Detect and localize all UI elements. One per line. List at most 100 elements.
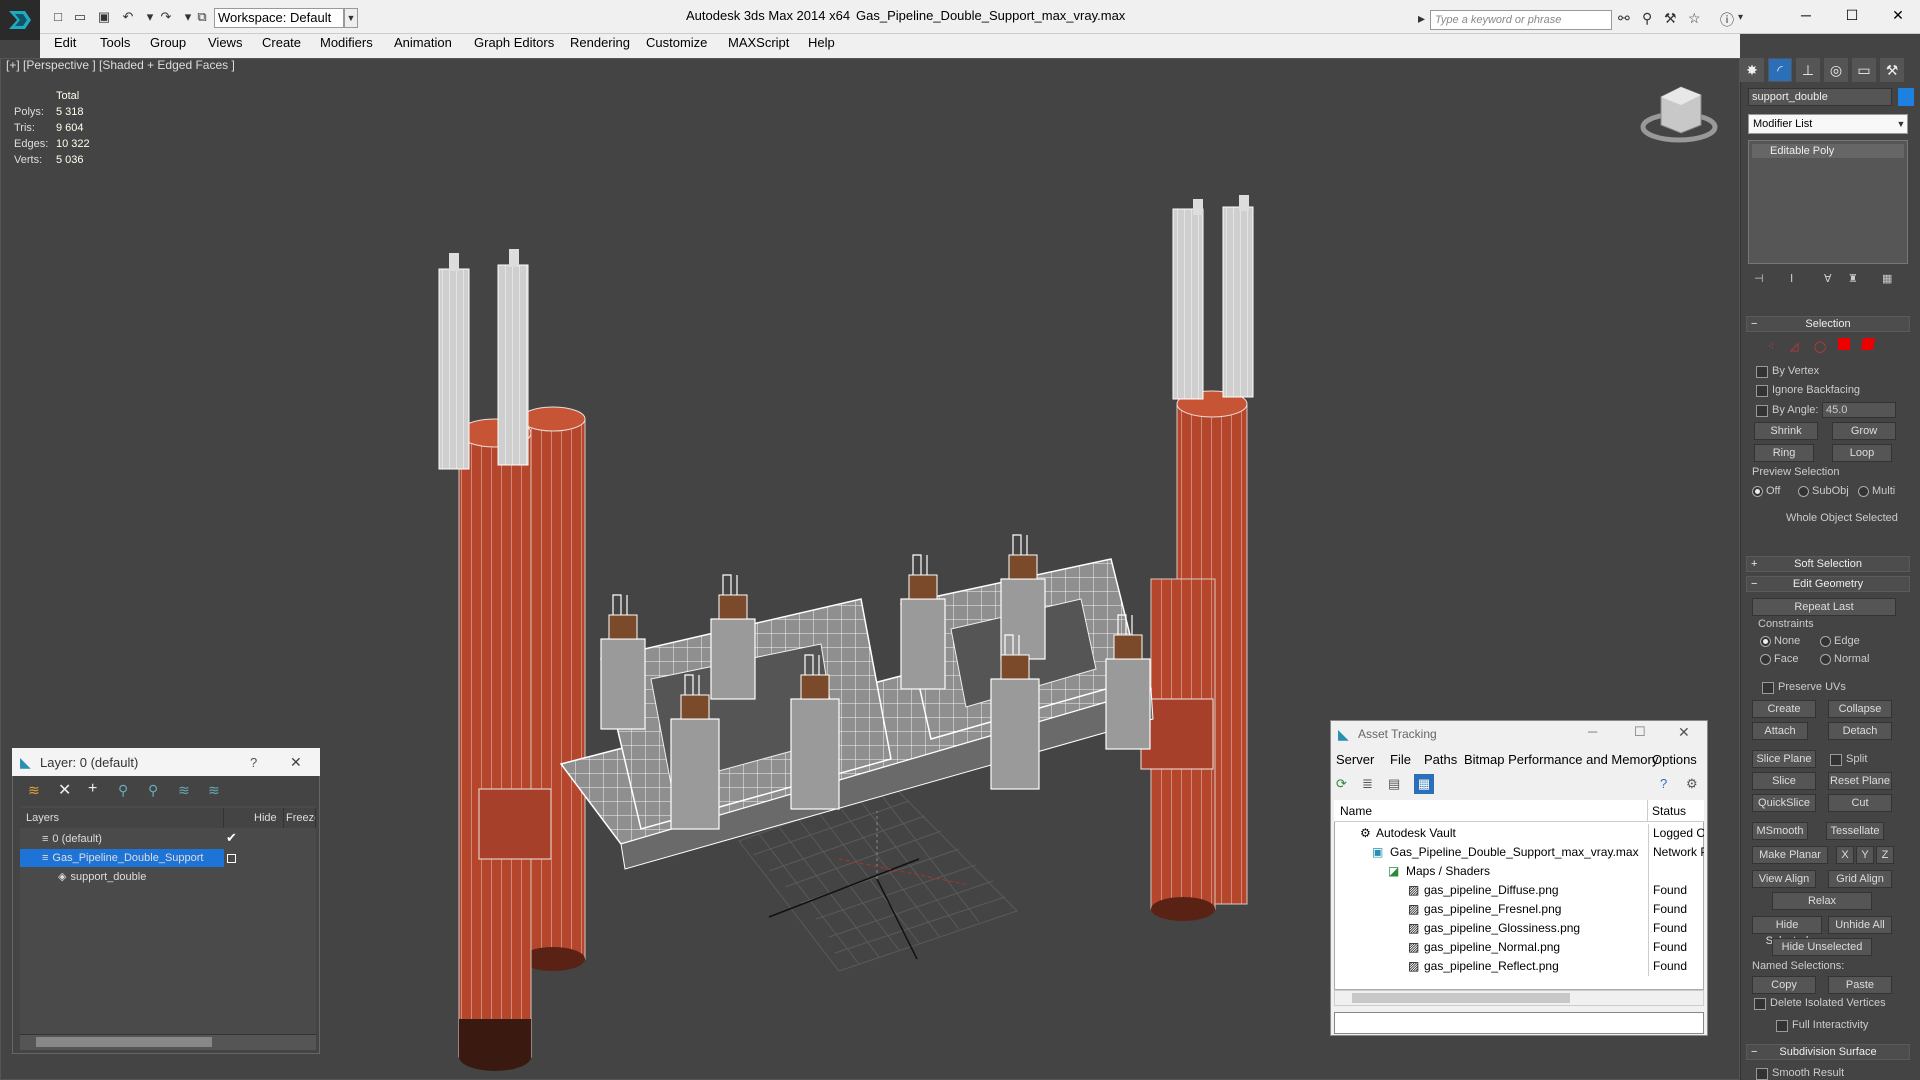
reset-plane-button[interactable]: Reset Plane — [1828, 772, 1892, 790]
menu-tools[interactable]: Tools — [100, 35, 130, 50]
by-vertex-checkbox[interactable]: By Vertex — [1756, 364, 1819, 378]
repeat-last-button[interactable]: Repeat Last — [1752, 598, 1896, 616]
scrollbar-thumb[interactable] — [1352, 993, 1570, 1003]
menu-customize[interactable]: Customize — [646, 35, 707, 50]
attach-button[interactable]: Attach — [1752, 722, 1808, 740]
quickslice-button[interactable]: QuickSlice — [1752, 794, 1816, 812]
asset-row-fresnel[interactable]: ▨ gas_pipeline_Fresnel.png Found — [1334, 900, 1704, 919]
open-file-icon[interactable]: ▭ — [72, 9, 88, 25]
expand-icon[interactable]: ▸ — [1418, 10, 1425, 27]
motion-tab-icon[interactable]: ◎ — [1824, 58, 1848, 82]
layer-row-default[interactable]: ≡ 0 (default) — [20, 830, 316, 848]
minimize-icon[interactable]: ─ — [1788, 4, 1824, 26]
asset-menu-server[interactable]: Server — [1336, 752, 1374, 767]
col-status-header[interactable]: Status — [1648, 800, 1704, 822]
menu-create[interactable]: Create — [262, 35, 301, 50]
create-tab-icon[interactable]: ✸ — [1740, 58, 1764, 82]
close-icon[interactable]: ✕ — [1678, 724, 1690, 741]
configure-sets-icon[interactable]: ▦ — [1882, 272, 1892, 285]
asset-row-normal[interactable]: ▨ gas_pipeline_Normal.png Found — [1334, 938, 1704, 957]
maximize-icon[interactable]: ☐ — [1634, 724, 1646, 740]
modifier-list-select[interactable]: Modifier List — [1748, 114, 1908, 134]
object-name-field[interactable]: support_double — [1748, 88, 1892, 106]
new-file-icon[interactable]: □ — [50, 9, 66, 25]
col-name-header[interactable]: Name — [1334, 800, 1648, 822]
border-mode-icon[interactable]: ◯ — [1814, 340, 1826, 353]
smooth-result-checkbox[interactable]: Smooth Result — [1756, 1066, 1844, 1080]
menu-rendering[interactable]: Rendering — [570, 35, 630, 50]
menu-modifiers[interactable]: Modifiers — [320, 35, 373, 50]
menu-views[interactable]: Views — [208, 35, 242, 50]
element-mode-icon[interactable] — [1860, 338, 1876, 350]
display-tab-icon[interactable]: ▭ — [1852, 58, 1876, 82]
app-logo-icon[interactable] — [0, 0, 40, 40]
planar-z-button[interactable]: Z — [1876, 846, 1894, 864]
asset-menu-file[interactable]: File — [1390, 752, 1411, 767]
table-view-icon[interactable]: ▦ — [1414, 774, 1434, 794]
col-freeze-header[interactable]: Freeze — [284, 808, 316, 828]
menu-group[interactable]: Group — [150, 35, 186, 50]
layer-sort-icon[interactable]: ≋ — [178, 782, 190, 799]
slice-plane-button[interactable]: Slice Plane — [1752, 750, 1816, 768]
asset-menu-paths[interactable]: Paths — [1424, 752, 1457, 767]
asset-menu-options[interactable]: Options — [1652, 752, 1697, 767]
scrollbar-thumb[interactable] — [36, 1037, 212, 1047]
relax-button[interactable]: Relax — [1772, 892, 1872, 910]
planar-x-button[interactable]: X — [1836, 846, 1854, 864]
maximize-icon[interactable]: ☐ — [1834, 4, 1870, 26]
asset-row-diffuse[interactable]: ▨ gas_pipeline_Diffuse.png Found — [1334, 881, 1704, 900]
active-layer-check-icon[interactable]: ✔ — [226, 830, 237, 846]
add-layer-icon[interactable]: + — [88, 780, 97, 798]
selection-rollout-header[interactable]: − Selection — [1746, 316, 1910, 332]
help-icon[interactable]: ⓘ — [1720, 10, 1734, 30]
grid-align-button[interactable]: Grid Align — [1828, 870, 1892, 888]
collapse-button[interactable]: Collapse — [1828, 700, 1892, 718]
msmooth-button[interactable]: MSmooth — [1752, 822, 1808, 840]
hide-unselected-button[interactable]: Hide Unselected — [1772, 938, 1872, 956]
preview-subobj-radio[interactable]: SubObj — [1798, 484, 1849, 498]
col-hide-header[interactable]: Hide — [224, 808, 284, 828]
stack-item-editable-poly[interactable]: Editable Poly — [1752, 144, 1904, 158]
settings-icon[interactable]: ⚙ — [1686, 776, 1698, 792]
paste-button[interactable]: Paste — [1828, 976, 1892, 994]
highlight-layer-icon[interactable]: ⚲ — [148, 782, 158, 799]
thumbnail-view-icon[interactable]: ▤ — [1388, 776, 1400, 792]
unhide-all-button[interactable]: Unhide All — [1828, 916, 1892, 934]
view-align-button[interactable]: View Align — [1752, 870, 1816, 888]
preview-multi-radio[interactable]: Multi — [1858, 484, 1895, 498]
menu-help[interactable]: Help — [808, 35, 835, 50]
subdivision-surface-rollout-header[interactable]: − Subdivision Surface — [1746, 1044, 1910, 1060]
pin-stack-icon[interactable]: ⊣ — [1754, 272, 1764, 285]
viewport-label[interactable]: [+] [Perspective ] [Shaded + Edged Faces… — [6, 58, 235, 72]
subscription-icon[interactable]: ⚲ — [1642, 10, 1652, 27]
vertex-mode-icon[interactable]: ⁖ — [1768, 340, 1774, 353]
planar-y-button[interactable]: Y — [1856, 846, 1874, 864]
menu-animation[interactable]: Animation — [394, 35, 452, 50]
hide-selected-button[interactable]: Hide Selected — [1752, 916, 1822, 947]
tessellate-button[interactable]: Tessellate — [1826, 822, 1884, 840]
binoculars-icon[interactable]: ⚯ — [1618, 10, 1630, 27]
favorites-star-icon[interactable]: ☆ — [1688, 10, 1701, 27]
layer-row-gas-pipeline[interactable]: ≡ Gas_Pipeline_Double_Support — [20, 849, 224, 867]
remove-modifier-icon[interactable]: ♜ — [1848, 272, 1858, 285]
undo-dropdown-icon[interactable]: ▾ — [142, 9, 158, 25]
constraint-face-radio[interactable]: Face — [1760, 652, 1798, 666]
cut-button[interactable]: Cut — [1828, 794, 1892, 812]
layer-toolbar-new-icon[interactable]: ≋ — [28, 782, 40, 799]
list-view-icon[interactable]: ≣ — [1362, 776, 1373, 792]
chevron-down-icon[interactable]: ▼ — [344, 8, 358, 28]
create-button[interactable]: Create — [1752, 700, 1816, 718]
loop-button[interactable]: Loop — [1832, 444, 1892, 462]
asset-row-reflect[interactable]: ▨ gas_pipeline_Reflect.png Found — [1334, 957, 1704, 976]
split-checkbox[interactable]: Split — [1830, 752, 1867, 766]
show-end-result-icon[interactable]: Ⅰ — [1790, 272, 1793, 285]
angle-spinner[interactable]: 45.0 — [1822, 402, 1896, 418]
modify-tab-icon[interactable]: ◜ — [1768, 58, 1792, 82]
asset-row-max-file[interactable]: ▣ Gas_Pipeline_Double_Support_max_vray.ma… — [1334, 843, 1704, 862]
polygon-mode-icon[interactable] — [1838, 338, 1850, 350]
select-layer-icon[interactable]: ⚲ — [118, 782, 128, 799]
make-planar-button[interactable]: Make Planar — [1752, 846, 1828, 864]
layer-active-toggle[interactable] — [227, 854, 236, 863]
full-interactivity-checkbox[interactable]: Full Interactivity — [1776, 1018, 1868, 1032]
help-icon[interactable]: ? — [1660, 776, 1667, 791]
